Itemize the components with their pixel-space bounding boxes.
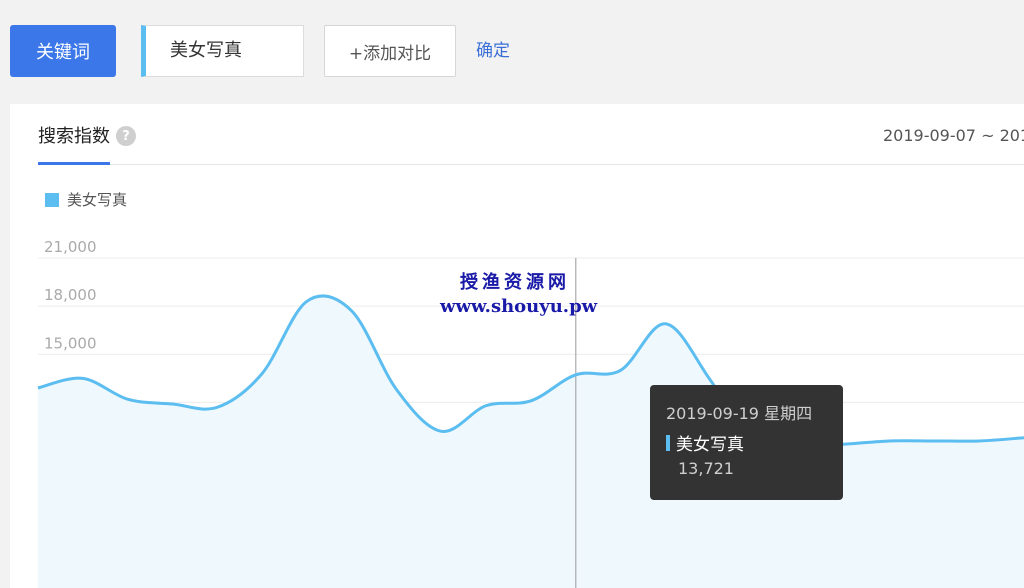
y-tick-label: 15,000 bbox=[44, 334, 97, 352]
watermark: 授渔资源网 www.shouyu.pw bbox=[440, 268, 598, 317]
watermark-title: 授渔资源网 bbox=[460, 272, 570, 293]
watermark-url: www.shouyu.pw bbox=[440, 296, 598, 317]
tooltip-series-row: 美女写真 bbox=[666, 430, 827, 455]
tooltip-swatch bbox=[666, 434, 670, 451]
y-tick-label: 21,000 bbox=[44, 238, 97, 256]
tooltip-series: 美女写真 bbox=[676, 435, 744, 455]
tooltip-date: 2019-09-19 星期四 bbox=[666, 404, 813, 423]
tooltip-value: 13,721 bbox=[678, 459, 734, 478]
chart-tooltip: 2019-09-19 星期四 美女写真 13,721 bbox=[650, 385, 843, 500]
y-tick-label: 18,000 bbox=[44, 286, 97, 304]
